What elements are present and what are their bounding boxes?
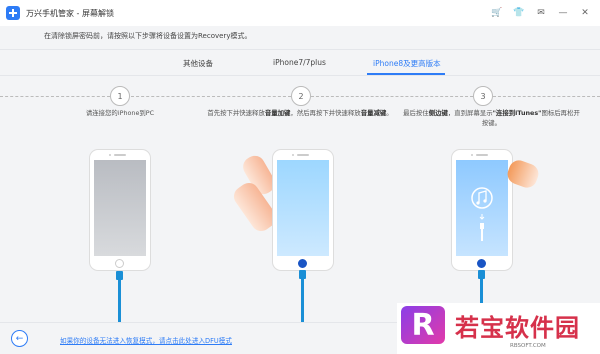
phone-camera [471,154,473,156]
step-1-description: 请连接您的iPhone到PC [85,109,155,117]
step-connector [493,96,600,97]
window-controls: 🛒 👕 ✉ — ✕ [484,0,594,26]
cart-icon[interactable]: 🛒 [488,4,506,22]
step-number-1: 1 [110,86,130,106]
phone-illustration-1 [90,150,150,270]
instruction-notice: 在清除锁屏密码前，请按照以下步骤将设备设置为Recovery模式。 [44,32,252,40]
phone-screen-gray [94,160,146,256]
step-connector [311,96,473,97]
watermark-logo-icon: R [401,306,445,344]
phone-speaker [297,154,309,156]
back-button[interactable]: ← [11,330,28,347]
phone-speaker [114,154,126,156]
minimize-icon[interactable]: — [554,4,572,22]
step-number-2: 2 [291,86,311,106]
mail-icon[interactable]: ✉ [532,4,550,22]
step-connector [0,96,110,97]
step-number-3: 3 [473,86,493,106]
phone-screen-blue [277,160,329,256]
usb-cable [118,279,121,322]
watermark-url: RBSOFT.COM [510,343,546,349]
phone-screen-itunes [456,160,508,256]
divider [0,49,600,50]
screen-unlock-window: 万兴手机管家 - 屏幕解锁 🛒 👕 ✉ — ✕ 在清除锁屏密码前，请按照以下步骤… [0,0,600,354]
tab-iphone8-later[interactable]: iPhone8及更高版本 [373,58,441,69]
phone-home-button [477,259,486,268]
connect-to-itunes-icon [471,187,493,241]
phone-home-button [115,259,124,268]
phone-home-button [298,259,307,268]
back-arrow-icon: ← [15,333,24,344]
step-3-description: 最后按住侧边键，直到屏幕显示"连接到iTunes"图标后再松开按键。 [403,109,580,127]
close-icon[interactable]: ✕ [576,4,594,22]
app-title: 万兴手机管家 - 屏幕解锁 [26,8,114,18]
phone-camera [292,154,294,156]
tabs-divider [0,75,600,76]
tshirt-icon[interactable]: 👕 [510,4,528,22]
usb-cable [301,278,304,322]
tab-iphone7[interactable]: iPhone7/7plus [273,58,326,67]
phone-illustration-2 [273,150,333,270]
app-logo-icon [6,6,20,20]
step-2-description: 首先按下并快速释放音量加键，然后再按下并快速释放音量减键。 [207,109,393,117]
step-connector [131,96,291,97]
phone-camera [109,154,111,156]
tab-other-devices[interactable]: 其他设备 [183,58,213,69]
active-tab-indicator [367,73,445,75]
watermark-text: 若宝软件园 [455,314,580,342]
title-bar: 万兴手机管家 - 屏幕解锁 🛒 👕 ✉ — ✕ [0,0,600,26]
phone-illustration-3 [452,150,512,270]
phone-speaker [476,154,488,156]
dfu-mode-link[interactable]: 如果你的设备无法进入恢复模式，请点击此处进入DFU模式 [60,335,232,345]
